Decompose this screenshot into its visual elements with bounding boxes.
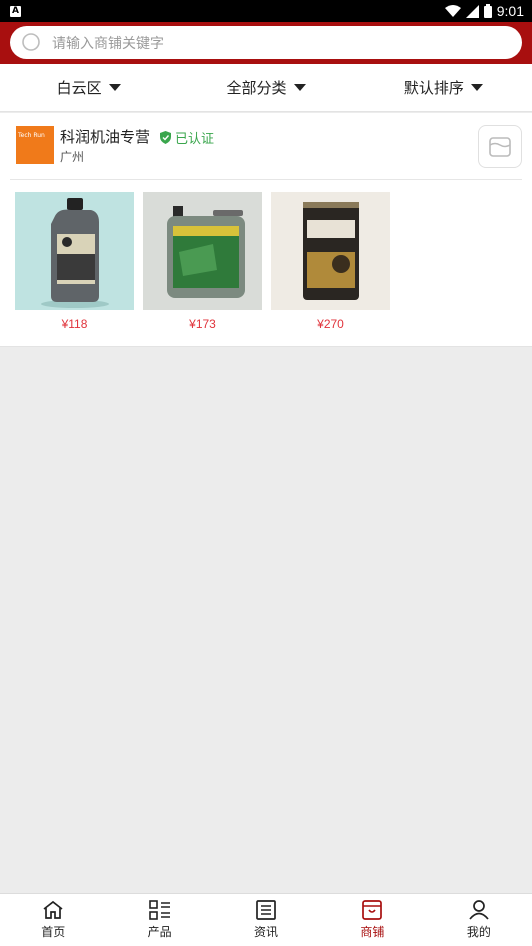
news-icon [256, 900, 276, 920]
product-list: ¥118 ¥173 ¥270 [15, 192, 390, 331]
store-city: 广州 [60, 150, 85, 164]
header: 请输入商铺关键字 [0, 22, 532, 64]
product-image-power-tin[interactable] [271, 192, 390, 310]
nav-mine[interactable]: 我的 [426, 894, 532, 946]
shop-icon [362, 900, 383, 920]
product-image-oil-bottle[interactable] [15, 192, 134, 310]
caret-down-icon [293, 84, 306, 91]
oil-can-image [167, 206, 245, 298]
shield-check-icon [160, 131, 171, 144]
filter-category[interactable]: 全部分类 [177, 64, 354, 111]
nav-news[interactable]: 资讯 [213, 894, 319, 946]
caret-down-icon [108, 84, 121, 91]
signal-icon [465, 4, 479, 18]
filter-sort-label: 默认排序 [403, 79, 464, 97]
filter-region[interactable]: 白云区 [0, 64, 177, 111]
product-price: ¥173 [189, 317, 216, 331]
enter-store-button[interactable] [478, 125, 522, 168]
bottom-nav: 首页 产品 资讯 商铺 我的 [0, 893, 532, 946]
search-placeholder: 请输入商铺关键字 [52, 35, 164, 52]
product-card[interactable]: ¥173 [143, 192, 262, 331]
nav-products[interactable]: 产品 [106, 894, 212, 946]
store-header[interactable]: Tech Run 科润机油专营 已认证 广州 [10, 113, 522, 180]
search-icon [22, 32, 40, 51]
product-image-oil-can[interactable] [143, 192, 262, 310]
nav-home[interactable]: 首页 [0, 894, 106, 946]
store-logo-text: Tech Run [18, 132, 45, 139]
product-card[interactable]: ¥118 [15, 192, 134, 331]
nav-shops[interactable]: 商铺 [319, 894, 425, 946]
status-time: 9:01 [496, 3, 524, 19]
home-icon [43, 900, 63, 919]
oil-bottle-image [41, 198, 109, 308]
verified-label: 已认证 [175, 132, 215, 147]
product-card[interactable]: ¥270 [271, 192, 390, 331]
power-tin-image [303, 202, 359, 300]
storefront-icon [489, 136, 511, 157]
store-card[interactable]: Tech Run 科润机油专营 已认证 广州 ¥118 ¥173 ¥270 [0, 113, 532, 347]
filter-sort[interactable]: 默认排序 [355, 64, 532, 111]
filter-bar: 白云区 全部分类 默认排序 [0, 64, 532, 112]
nav-products-label: 产品 [147, 925, 172, 939]
store-name: 科润机油专营 [60, 128, 151, 146]
nav-news-label: 资讯 [254, 925, 279, 939]
verified-badge: 已认证 [160, 128, 214, 147]
search-input[interactable]: 请输入商铺关键字 [10, 26, 522, 59]
product-price: ¥118 [61, 317, 88, 331]
nav-shops-label: 商铺 [360, 925, 385, 939]
nav-mine-label: 我的 [466, 925, 491, 939]
filter-category-label: 全部分类 [226, 79, 287, 97]
user-icon [469, 900, 489, 920]
battery-icon [483, 4, 492, 18]
caret-down-icon [470, 84, 483, 91]
product-price: ¥270 [317, 317, 344, 331]
grid-list-icon [148, 900, 170, 920]
store-logo: Tech Run [16, 126, 54, 164]
status-bar: A 9:01 [0, 0, 532, 22]
filter-region-label: 白云区 [56, 79, 102, 97]
wifi-icon [444, 4, 461, 17]
notification-icon: A [10, 5, 21, 17]
nav-home-label: 首页 [41, 925, 66, 939]
